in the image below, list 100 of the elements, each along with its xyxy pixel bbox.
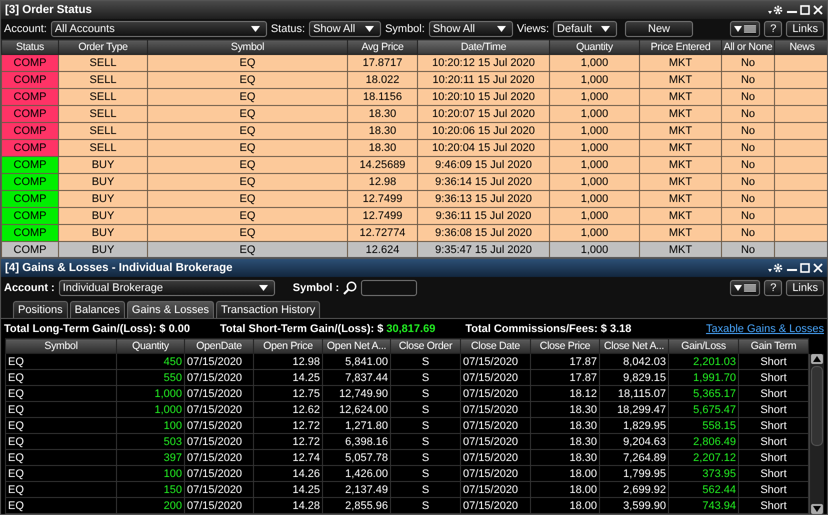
column-header[interactable]: Quantity — [550, 40, 640, 54]
table-cell: 07/15/2020 — [184, 450, 254, 466]
menu-button[interactable] — [730, 21, 760, 37]
table-cell: 07/15/2020 — [184, 354, 254, 370]
tab[interactable]: Positions — [13, 301, 68, 318]
table-cell: 17.87 — [530, 354, 600, 370]
column-header[interactable]: Open Net A... — [322, 338, 390, 354]
status-cell: COMP — [2, 88, 58, 106]
column-header[interactable]: All or None — [722, 40, 774, 54]
help-button[interactable]: ? — [764, 280, 782, 296]
column-header[interactable]: Symbol — [6, 338, 116, 354]
status-cell: COMP — [2, 156, 58, 174]
column-header[interactable]: Symbol — [148, 40, 348, 54]
symbol-input-field[interactable] — [361, 280, 418, 296]
account-dropdown[interactable]: All Accounts — [50, 21, 267, 37]
table-row[interactable]: COMP BUY EQ 12.624 9:35:47 15 Jul 2020 1,000 MKT No — [2, 242, 827, 257]
tab[interactable]: Gains & Losses — [126, 301, 214, 318]
column-header[interactable]: Close Order — [390, 338, 460, 354]
table-cell: 07/15/2020 — [460, 402, 530, 418]
column-header[interactable]: Close Price — [530, 338, 600, 354]
table-cell: 07/15/2020 — [460, 354, 530, 370]
status-cell: COMP — [2, 174, 58, 190]
search-icon[interactable] — [343, 281, 358, 295]
tab[interactable]: Balances — [70, 301, 125, 318]
column-header[interactable]: Open Price — [254, 338, 322, 354]
views-dropdown[interactable]: Default — [553, 21, 618, 37]
table-row[interactable]: COMP BUY EQ 14.25689 9:46:09 15 Jul 2020 1,000 MKT No — [2, 156, 827, 174]
table-row[interactable]: COMP BUY EQ 12.98 9:36:14 15 Jul 2020 1,000 MKT No — [2, 174, 827, 190]
table-cell: 07/15/2020 — [460, 370, 530, 386]
window-title: [4] Gains & Losses - Individual Brokerage — [5, 262, 233, 274]
column-header[interactable]: Gain/Loss — [668, 338, 738, 354]
table-cell: 150 — [116, 482, 184, 498]
new-button[interactable]: New — [625, 21, 694, 37]
table-cell: 12.75 — [254, 386, 322, 402]
table-cell: S — [390, 418, 460, 434]
table-cell: EQ — [6, 370, 116, 386]
column-header[interactable]: Price Entered — [640, 40, 722, 54]
table-cell: 2,806.49 — [668, 434, 738, 450]
scroll-up-icon[interactable] — [811, 354, 823, 364]
caret-icon — [601, 26, 610, 32]
scroll-down-icon[interactable] — [811, 504, 823, 514]
tab[interactable]: Transaction History — [216, 301, 320, 318]
table-cell: EQ — [6, 450, 116, 466]
table-row[interactable]: COMP SELL EQ 17.8717 10:20:12 15 Jul 2020 1,000 MKT No — [2, 54, 827, 72]
table-cell: 18.30 — [530, 402, 600, 418]
table-row[interactable]: COMP BUY EQ 12.72774 9:36:08 15 Jul 2020 1,000 MKT No — [2, 224, 827, 242]
help-button[interactable]: ? — [764, 21, 782, 37]
column-header[interactable]: Order Type — [58, 40, 148, 54]
symbol-dropdown[interactable]: Show All — [428, 21, 513, 37]
scrollbar-thumb[interactable] — [811, 366, 823, 446]
maximize-icon[interactable] — [800, 262, 810, 274]
column-header[interactable]: Quantity — [116, 338, 184, 354]
status-cell: COMP — [2, 208, 58, 224]
table-cell: EQ — [6, 418, 116, 434]
table-cell: 1,426.00 — [322, 466, 390, 482]
table-cell: 2,201.03 — [668, 354, 738, 370]
column-header[interactable]: Status — [2, 40, 58, 54]
links-button[interactable]: Links — [786, 280, 824, 296]
close-icon[interactable] — [813, 262, 823, 274]
table-row[interactable]: COMP SELL EQ 18.30 10:20:07 15 Jul 2020 1,000 MKT No — [2, 106, 827, 122]
column-header[interactable]: Close Net A... — [600, 338, 668, 354]
links-button[interactable]: Links — [786, 21, 824, 37]
table-row[interactable]: COMP BUY EQ 12.7499 9:36:13 15 Jul 2020 1,000 MKT No — [2, 190, 827, 208]
status-dropdown[interactable]: Show All — [309, 21, 382, 37]
table-cell: 1,271.80 — [322, 418, 390, 434]
table-row[interactable]: COMP SELL EQ 18.30 10:20:06 15 Jul 2020 1,000 MKT No — [2, 122, 827, 140]
table-cell: 14.25 — [254, 482, 322, 498]
table-cell: 14.28 — [254, 498, 322, 514]
table-cell: 07/15/2020 — [460, 418, 530, 434]
menu-icon — [734, 25, 756, 33]
column-header[interactable]: Date/Time — [418, 40, 550, 54]
table-cell: 18,299.47 — [600, 402, 668, 418]
settings-icon[interactable] — [768, 4, 784, 16]
table-row[interactable]: COMP SELL EQ 18.1156 10:20:10 15 Jul 2020 1,000 MKT No — [2, 88, 827, 106]
table-row[interactable]: COMP BUY EQ 12.7499 9:36:11 15 Jul 2020 1,000 MKT No — [2, 208, 827, 224]
scrollbar[interactable] — [809, 354, 824, 514]
table-cell: 07/15/2020 — [460, 450, 530, 466]
table-cell: 5,675.47 — [668, 402, 738, 418]
column-header[interactable]: Close Date — [460, 338, 530, 354]
column-header[interactable]: Avg Price — [348, 40, 418, 54]
table-cell: 1,829.95 — [600, 418, 668, 434]
maximize-icon[interactable] — [800, 4, 810, 16]
column-header[interactable]: News — [774, 40, 827, 54]
table-row[interactable]: COMP SELL EQ 18.022 10:20:11 15 Jul 2020 1,000 MKT No — [2, 72, 827, 88]
table-cell: 07/15/2020 — [460, 386, 530, 402]
table-row[interactable]: COMP SELL EQ 18.30 10:20:04 15 Jul 2020 1,000 MKT No — [2, 140, 827, 156]
settings-icon[interactable] — [768, 262, 784, 274]
column-header[interactable]: Gain Term — [738, 338, 808, 354]
table-cell: 1,991.70 — [668, 370, 738, 386]
column-header[interactable]: OpenDate — [184, 338, 254, 354]
taxable-gains-losses-link[interactable]: Taxable Gains & Losses — [706, 322, 824, 334]
table-cell: 743.94 — [668, 498, 738, 514]
table-cell: 3,599.90 — [600, 498, 668, 514]
account-dropdown[interactable]: Individual Brokerage — [58, 280, 275, 296]
menu-button[interactable] — [730, 280, 760, 296]
table-cell: 373.95 — [668, 466, 738, 482]
status-cell: COMP — [2, 106, 58, 122]
table-cell: 503 — [116, 434, 184, 450]
close-icon[interactable] — [813, 4, 823, 16]
table-cell: 7,264.89 — [600, 450, 668, 466]
